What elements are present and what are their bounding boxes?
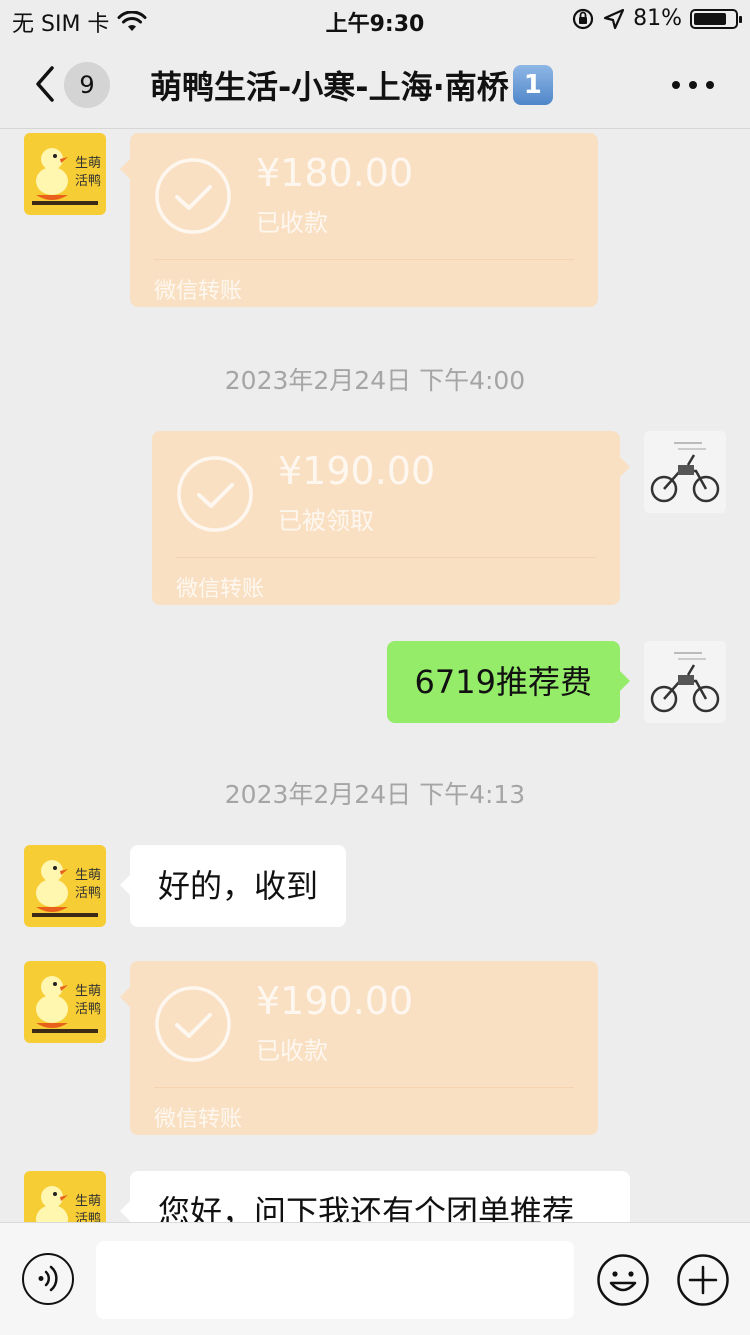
plus-circle-icon[interactable] bbox=[676, 1253, 730, 1307]
timestamp: 2023年2月24日 下午4:13 bbox=[224, 780, 526, 809]
duck-logo-icon: 生萌 活鸭 bbox=[32, 976, 101, 1033]
duck-logo-icon: 生萌 活鸭 bbox=[36, 1186, 101, 1222]
sender-avatar[interactable]: 生萌 活鸭 bbox=[24, 845, 106, 927]
transfer-divider bbox=[154, 259, 574, 260]
more-dot bbox=[706, 81, 714, 89]
message-text: 好的，收到 bbox=[158, 867, 319, 905]
duck-logo-text-2: 活鸭 bbox=[75, 1002, 101, 1017]
check-circle-icon bbox=[155, 986, 231, 1062]
message-text: 您好，问下我还有个团单推荐 bbox=[158, 1193, 575, 1222]
duck-logo-icon: 生萌 活鸭 bbox=[32, 860, 101, 917]
sent-message[interactable]: 6719推荐费 bbox=[386, 641, 631, 723]
duck-logo-text-1: 生萌 bbox=[75, 868, 101, 883]
back-chevron-icon[interactable] bbox=[28, 62, 68, 106]
voice-input-button[interactable] bbox=[22, 1253, 74, 1305]
battery-fill bbox=[694, 12, 726, 25]
timestamp: 2023年2月24日 下午4:00 bbox=[224, 366, 526, 395]
transfer-amount: ¥190.00 bbox=[278, 449, 436, 493]
sender-avatar[interactable]: 生萌 活鸭 bbox=[24, 961, 106, 1043]
chat-header: 9 萌鸭生活-小寒-上海·南桥 1 bbox=[0, 40, 750, 129]
more-options-button[interactable] bbox=[672, 70, 714, 100]
transfer-label: 微信转账 bbox=[176, 577, 265, 602]
more-dot bbox=[672, 81, 680, 89]
transfer-card[interactable]: ¥180.00 已收款 微信转账 bbox=[120, 133, 598, 307]
transfer-status: 已收款 bbox=[256, 209, 328, 237]
orientation-lock-icon bbox=[572, 8, 594, 29]
duck-logo-icon: 生萌 活鸭 bbox=[32, 148, 101, 205]
duck-logo-text-2: 活鸭 bbox=[75, 886, 101, 901]
location-arrow-icon bbox=[603, 8, 625, 29]
transfer-label: 微信转账 bbox=[154, 1107, 243, 1132]
vintage-car-icon bbox=[644, 431, 726, 513]
check-circle-icon bbox=[155, 158, 231, 234]
received-message[interactable]: 好的，收到 bbox=[119, 845, 347, 927]
transfer-status: 已被领取 bbox=[278, 507, 374, 535]
emoji-smile-icon[interactable] bbox=[596, 1253, 650, 1307]
transfer-card[interactable]: ¥190.00 已被领取 微信转账 bbox=[152, 431, 630, 605]
transfer-status: 已收款 bbox=[256, 1037, 328, 1065]
duck-logo-text-1: 生萌 bbox=[75, 984, 101, 999]
sender-avatar[interactable]: 生萌 活鸭 bbox=[24, 133, 106, 215]
transfer-label: 微信转账 bbox=[154, 279, 243, 304]
chat-title: 萌鸭生活-小寒-上海·南桥 1 bbox=[150, 62, 553, 108]
voice-wave-icon bbox=[38, 1265, 58, 1292]
chat-title-text: 萌鸭生活-小寒-上海·南桥 bbox=[150, 68, 509, 106]
unread-count-badge[interactable]: 9 bbox=[64, 62, 110, 108]
battery-icon bbox=[690, 8, 742, 29]
keycap-number-badge: 1 bbox=[512, 65, 553, 105]
transfer-divider bbox=[176, 557, 596, 558]
check-circle-icon bbox=[177, 456, 253, 532]
sender-avatar[interactable]: 生萌 活鸭 bbox=[24, 1171, 106, 1222]
received-message[interactable]: 您好，问下我还有个团单推荐 bbox=[120, 1171, 630, 1222]
input-bar bbox=[0, 1222, 750, 1335]
transfer-amount: ¥180.00 bbox=[256, 151, 414, 195]
transfer-amount: ¥190.00 bbox=[256, 979, 414, 1023]
status-bar: 无 SIM 卡 上午9:30 81% bbox=[0, 0, 750, 40]
vintage-car-icon bbox=[644, 641, 726, 723]
duck-logo-text-1: 生萌 bbox=[75, 1194, 101, 1209]
duck-logo-text-1: 生萌 bbox=[75, 156, 101, 171]
my-avatar[interactable] bbox=[644, 431, 726, 513]
transfer-divider bbox=[154, 1087, 574, 1088]
more-dot bbox=[689, 81, 697, 89]
message-text: 6719推荐费 bbox=[414, 663, 592, 701]
transfer-card[interactable]: ¥190.00 已收款 微信转账 bbox=[120, 961, 598, 1135]
duck-logo-text-2: 活鸭 bbox=[75, 1212, 101, 1222]
duck-logo-text-2: 活鸭 bbox=[75, 174, 101, 189]
battery-percent: 81% bbox=[633, 6, 682, 31]
status-right: 81% bbox=[571, 6, 742, 31]
my-avatar[interactable] bbox=[644, 641, 726, 723]
message-input[interactable] bbox=[96, 1241, 574, 1319]
message-list[interactable]: 生萌 活鸭 ¥180.00 已收款 微信转账 2023年2月24日 下午4:00… bbox=[0, 129, 750, 1222]
